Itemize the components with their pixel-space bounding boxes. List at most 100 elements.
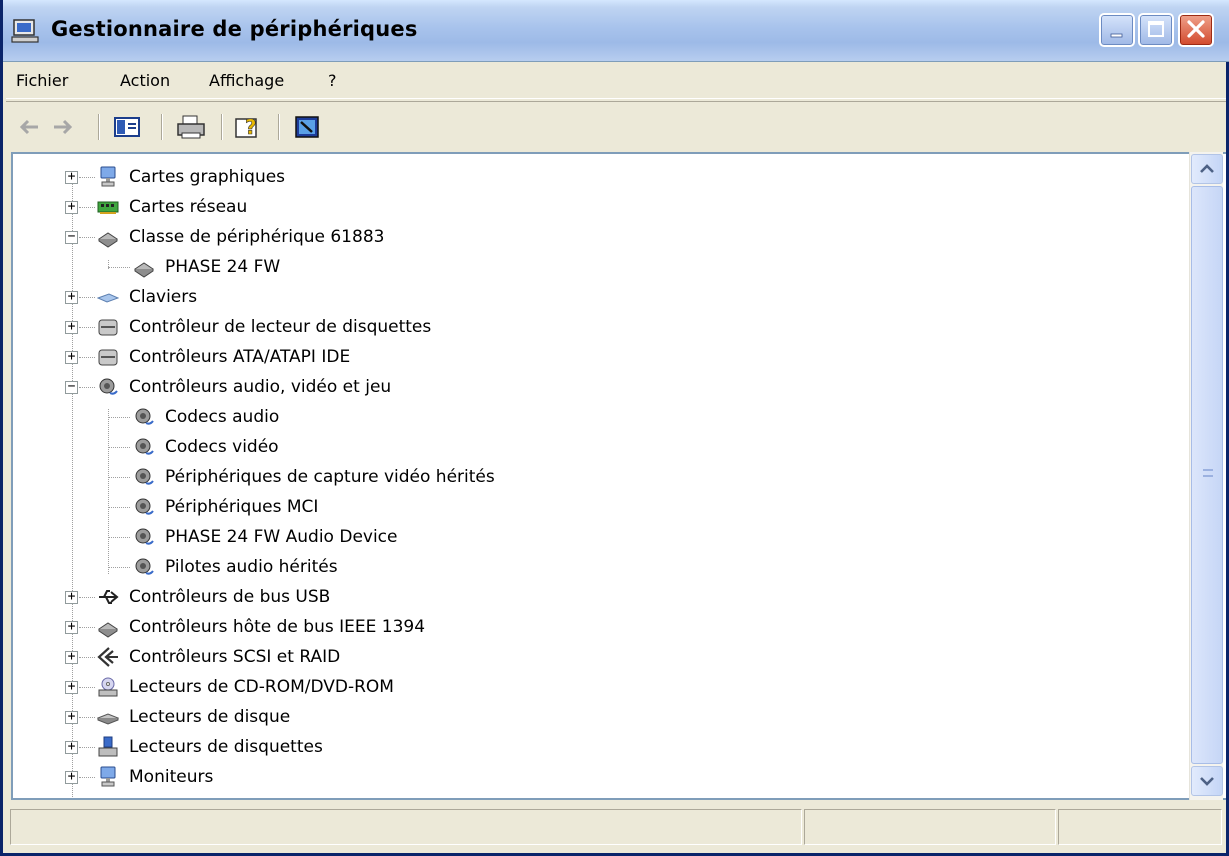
tree-item-label: PHASE 24 FW Audio Device [165, 527, 398, 547]
tree-line [79, 387, 95, 388]
tree-item-codecs-audio[interactable]: Codecs audio [13, 402, 1183, 432]
scan-hardware-button[interactable] [290, 112, 324, 142]
tree-item-controleur-disquettes[interactable]: + Contrôleur de lecteur de disquettes [13, 312, 1183, 342]
menu-action[interactable]: Action [120, 71, 170, 90]
tree-line [79, 777, 95, 778]
tree-line [79, 627, 95, 628]
menu-affichage[interactable]: Affichage [209, 71, 284, 90]
tree-item-controleurs-audio[interactable]: − Contrôleurs audio, vidéo et jeu [13, 372, 1183, 402]
device-class-icon [134, 262, 154, 278]
expand-toggle[interactable]: + [65, 649, 78, 664]
toolbar: ? [6, 101, 1226, 151]
expand-toggle[interactable]: + [65, 349, 78, 364]
expand-toggle[interactable]: + [65, 619, 78, 634]
expand-toggle[interactable]: + [65, 199, 78, 214]
tree-item-ieee1394[interactable]: + Contrôleurs hôte de bus IEEE 1394 [13, 612, 1183, 642]
forward-button[interactable] [46, 112, 80, 142]
scroll-down-button[interactable] [1191, 766, 1223, 796]
tree-item-label: Périphériques de capture vidéo hérités [165, 467, 495, 487]
scroll-up-button[interactable] [1191, 154, 1223, 184]
expand-toggle[interactable]: + [65, 679, 78, 694]
print-button[interactable] [174, 112, 208, 142]
tree-item-classe-61883[interactable]: − Classe de périphérique 61883 [13, 222, 1183, 252]
tree-item-phase24fw-audio[interactable]: PHASE 24 FW Audio Device [13, 522, 1183, 552]
tree-item-label: Contrôleurs hôte de bus IEEE 1394 [129, 617, 426, 637]
menu-fichier[interactable]: Fichier [16, 71, 68, 90]
audio-icon [135, 468, 154, 485]
collapse-toggle[interactable]: − [65, 379, 78, 394]
tree-item-usb[interactable]: + Contrôleurs de bus USB [13, 582, 1183, 612]
expand-toggle[interactable]: + [65, 769, 78, 784]
tree-item-label: Contrôleurs SCSI et RAID [129, 647, 341, 667]
tree-item-lecteurs-disquettes[interactable]: + Lecteurs de disquettes [13, 732, 1183, 762]
tree-item-scsi-raid[interactable]: + Contrôleurs SCSI et RAID [13, 642, 1183, 672]
minimize-button[interactable] [1099, 13, 1135, 47]
tree-item-codecs-video[interactable]: Codecs vidéo [13, 432, 1183, 462]
expand-toggle[interactable]: + [65, 709, 78, 724]
disk-controller-icon [98, 319, 118, 336]
tree-item-moniteurs[interactable]: + Moniteurs [13, 762, 1183, 792]
menu-bar: Fichier Action Affichage ? [6, 63, 1226, 99]
tree-line [108, 447, 130, 448]
tree-item-label: Classe de périphérique 61883 [129, 227, 385, 247]
tree-item-label: Contrôleurs audio, vidéo et jeu [129, 377, 392, 397]
status-pane-main [10, 809, 802, 845]
disk-drive-icon [97, 713, 119, 725]
collapse-toggle[interactable]: − [65, 229, 78, 244]
network-card-icon [97, 201, 119, 214]
tree-item-controleurs-ata[interactable]: + Contrôleurs ATA/ATAPI IDE [13, 342, 1183, 372]
chevron-down-icon [1200, 777, 1214, 786]
tree-line [79, 717, 95, 718]
chevron-up-icon [1200, 164, 1214, 173]
tree-line [108, 477, 130, 478]
tree-item-peripheriques-mci[interactable]: Périphériques MCI [13, 492, 1183, 522]
tree-item-capture-video[interactable]: Périphériques de capture vidéo hérités [13, 462, 1183, 492]
expand-toggle[interactable]: + [65, 319, 78, 334]
back-button[interactable] [12, 112, 46, 142]
tree-item-label: Périphériques MCI [165, 497, 319, 517]
menu-help[interactable]: ? [328, 71, 337, 90]
tree-line [79, 207, 95, 208]
tree-line [79, 297, 95, 298]
tree-item-cdrom[interactable]: + Lecteurs de CD-ROM/DVD-ROM [13, 672, 1183, 702]
toolbar-separator [278, 114, 280, 140]
floppy-drive-icon [98, 736, 118, 757]
tree-item-claviers[interactable]: + Claviers [13, 282, 1183, 312]
device-tree-panel[interactable]: + Cartes graphiques + Cartes réseau − Cl… [11, 152, 1226, 800]
device-class-icon [98, 622, 118, 638]
close-icon [1187, 20, 1205, 38]
tree-line [108, 507, 130, 508]
tree-line [108, 267, 130, 268]
audio-icon [135, 408, 154, 425]
expand-toggle[interactable]: + [65, 589, 78, 604]
expand-toggle[interactable]: + [65, 289, 78, 304]
expand-toggle[interactable]: + [65, 169, 78, 184]
properties-button[interactable]: ? [232, 112, 266, 142]
tree-item-label: PHASE 24 FW [165, 257, 281, 277]
tree-item-lecteurs-disque[interactable]: + Lecteurs de disque [13, 702, 1183, 732]
keyboard-icon [97, 293, 119, 303]
show-hide-tree-button[interactable] [110, 112, 144, 142]
expand-toggle[interactable]: + [65, 739, 78, 754]
tree-item-phase24fw[interactable]: PHASE 24 FW [13, 252, 1183, 282]
audio-icon [135, 528, 154, 545]
scroll-thumb[interactable] [1191, 186, 1223, 764]
tree-item-label: Moniteurs [129, 767, 214, 787]
maximize-button[interactable] [1138, 13, 1174, 47]
scroll-grip [1203, 469, 1213, 477]
forward-arrow-icon [54, 119, 73, 135]
toolbar-separator [98, 114, 100, 140]
status-bar [6, 805, 1226, 852]
tree-item-cartes-reseau[interactable]: + Cartes réseau [13, 192, 1183, 222]
title-bar[interactable]: Gestionnaire de périphériques [3, 0, 1229, 62]
vertical-scrollbar[interactable] [1189, 152, 1223, 800]
tree-item-cartes-graphiques[interactable]: + Cartes graphiques [13, 162, 1183, 192]
tree-item-label: Pilotes audio hérités [165, 557, 338, 577]
device-class-icon [98, 232, 118, 248]
tree-item-pilotes-audio[interactable]: Pilotes audio hérités [13, 552, 1183, 582]
audio-icon [135, 438, 154, 455]
audio-icon [135, 498, 154, 515]
disk-controller-icon [98, 349, 118, 366]
scan-hardware-icon [295, 116, 319, 138]
close-button[interactable] [1178, 13, 1214, 47]
